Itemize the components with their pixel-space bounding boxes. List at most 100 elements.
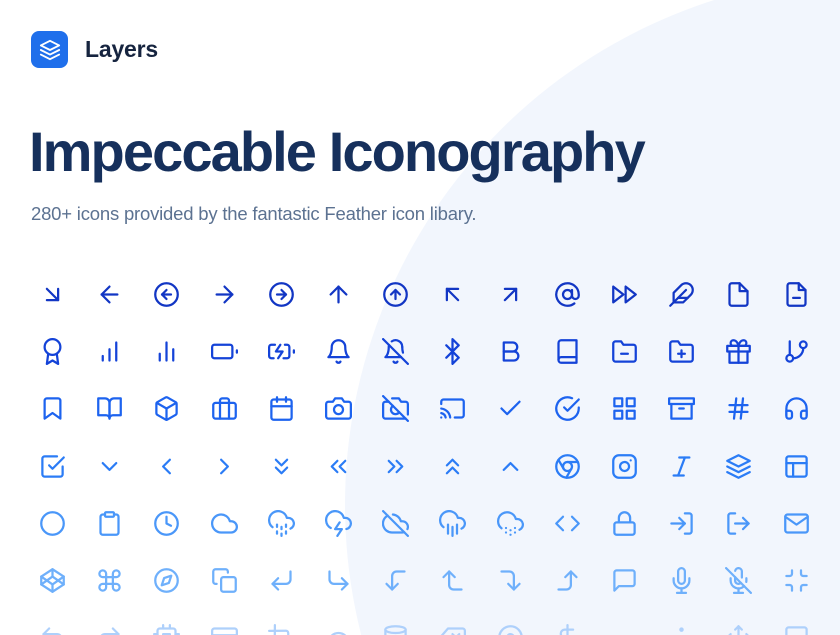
- file-minus-icon[interactable]: [767, 266, 824, 323]
- lock-icon[interactable]: [596, 495, 653, 552]
- chrome-icon[interactable]: [539, 438, 596, 495]
- move-icon[interactable]: [710, 609, 767, 635]
- at-sign-icon[interactable]: [539, 266, 596, 323]
- cloud-off-icon[interactable]: [367, 495, 424, 552]
- briefcase-icon[interactable]: [196, 380, 253, 437]
- chevrons-up-icon[interactable]: [424, 438, 481, 495]
- credit-card-icon[interactable]: [196, 609, 253, 635]
- chevron-up-icon[interactable]: [482, 438, 539, 495]
- log-out-icon[interactable]: [710, 495, 767, 552]
- bar-chart-icon[interactable]: [81, 323, 138, 380]
- gift-icon[interactable]: [710, 323, 767, 380]
- disc-icon[interactable]: [482, 609, 539, 635]
- arrow-left-icon[interactable]: [81, 266, 138, 323]
- dollar-sign-icon[interactable]: [539, 609, 596, 635]
- check-circle-icon[interactable]: [539, 380, 596, 437]
- delete-icon[interactable]: [424, 609, 481, 635]
- codepen-icon[interactable]: [24, 552, 81, 609]
- battery-charging-icon[interactable]: [253, 323, 310, 380]
- bar-chart-2-icon[interactable]: [138, 323, 195, 380]
- chevron-left-icon[interactable]: [138, 438, 195, 495]
- bell-icon[interactable]: [310, 323, 367, 380]
- cloud-drizzle-icon[interactable]: [253, 495, 310, 552]
- calendar-icon[interactable]: [253, 380, 310, 437]
- grid-icon[interactable]: [596, 380, 653, 437]
- award-icon[interactable]: [24, 323, 81, 380]
- camera-icon[interactable]: [310, 380, 367, 437]
- mail-icon[interactable]: [767, 495, 824, 552]
- corner-down-left-icon[interactable]: [253, 552, 310, 609]
- corner-right-down-icon[interactable]: [482, 552, 539, 609]
- book-icon[interactable]: [539, 323, 596, 380]
- page-title: Impeccable Iconography: [29, 120, 646, 183]
- corner-up-right-icon[interactable]: [81, 609, 138, 635]
- chevrons-down-icon[interactable]: [253, 438, 310, 495]
- clock-icon[interactable]: [138, 495, 195, 552]
- bookmark-icon[interactable]: [24, 380, 81, 437]
- cloud-rain-icon[interactable]: [424, 495, 481, 552]
- arrow-up-icon[interactable]: [310, 266, 367, 323]
- check-square-icon[interactable]: [24, 438, 81, 495]
- mic-icon[interactable]: [653, 552, 710, 609]
- folder-plus-icon[interactable]: [653, 323, 710, 380]
- chevrons-left-icon[interactable]: [310, 438, 367, 495]
- bluetooth-icon[interactable]: [424, 323, 481, 380]
- bell-off-icon[interactable]: [367, 323, 424, 380]
- gauge-icon[interactable]: [310, 609, 367, 635]
- clipboard-icon[interactable]: [81, 495, 138, 552]
- corner-left-up-icon[interactable]: [424, 552, 481, 609]
- cpu-icon[interactable]: [138, 609, 195, 635]
- cloud-icon[interactable]: [196, 495, 253, 552]
- more-vertical-icon[interactable]: [653, 609, 710, 635]
- minimize-icon[interactable]: [767, 552, 824, 609]
- git-branch-icon[interactable]: [767, 323, 824, 380]
- corner-left-down-icon[interactable]: [367, 552, 424, 609]
- layout-icon[interactable]: [767, 438, 824, 495]
- message-square-icon[interactable]: [596, 552, 653, 609]
- arrow-right-circle-icon[interactable]: [253, 266, 310, 323]
- compass-icon[interactable]: [138, 552, 195, 609]
- italic-icon[interactable]: [653, 438, 710, 495]
- square-icon[interactable]: [767, 609, 824, 635]
- chevron-right-icon[interactable]: [196, 438, 253, 495]
- log-in-icon[interactable]: [653, 495, 710, 552]
- command-icon[interactable]: [81, 552, 138, 609]
- arrow-down-right-icon[interactable]: [24, 266, 81, 323]
- feather-icon[interactable]: [653, 266, 710, 323]
- copy-icon[interactable]: [196, 552, 253, 609]
- battery-icon[interactable]: [196, 323, 253, 380]
- fast-forward-icon[interactable]: [596, 266, 653, 323]
- circle-icon[interactable]: [24, 495, 81, 552]
- book-open-icon[interactable]: [81, 380, 138, 437]
- arrow-right-icon[interactable]: [196, 266, 253, 323]
- bold-icon[interactable]: [482, 323, 539, 380]
- chevrons-right-icon[interactable]: [367, 438, 424, 495]
- arrow-up-circle-icon[interactable]: [367, 266, 424, 323]
- layers-icon[interactable]: [710, 438, 767, 495]
- camera-off-icon[interactable]: [367, 380, 424, 437]
- corner-right-up-icon[interactable]: [539, 552, 596, 609]
- cloud-lightning-icon[interactable]: [310, 495, 367, 552]
- folder-minus-icon[interactable]: [596, 323, 653, 380]
- corner-up-left-icon[interactable]: [24, 609, 81, 635]
- hash-icon[interactable]: [710, 380, 767, 437]
- mic-off-icon[interactable]: [710, 552, 767, 609]
- layers-logo-icon: [31, 31, 68, 68]
- instagram-icon[interactable]: [596, 438, 653, 495]
- database-icon[interactable]: [367, 609, 424, 635]
- more-horizontal-icon[interactable]: [596, 609, 653, 635]
- code-icon[interactable]: [539, 495, 596, 552]
- cast-icon[interactable]: [424, 380, 481, 437]
- crop-icon[interactable]: [253, 609, 310, 635]
- arrow-up-left-icon[interactable]: [424, 266, 481, 323]
- cloud-snow-icon[interactable]: [482, 495, 539, 552]
- chevron-down-icon[interactable]: [81, 438, 138, 495]
- corner-down-right-icon[interactable]: [310, 552, 367, 609]
- archive-icon[interactable]: [653, 380, 710, 437]
- file-icon[interactable]: [710, 266, 767, 323]
- headphones-icon[interactable]: [767, 380, 824, 437]
- arrow-left-circle-icon[interactable]: [138, 266, 195, 323]
- check-icon[interactable]: [482, 380, 539, 437]
- box-icon[interactable]: [138, 380, 195, 437]
- arrow-up-right-icon[interactable]: [482, 266, 539, 323]
